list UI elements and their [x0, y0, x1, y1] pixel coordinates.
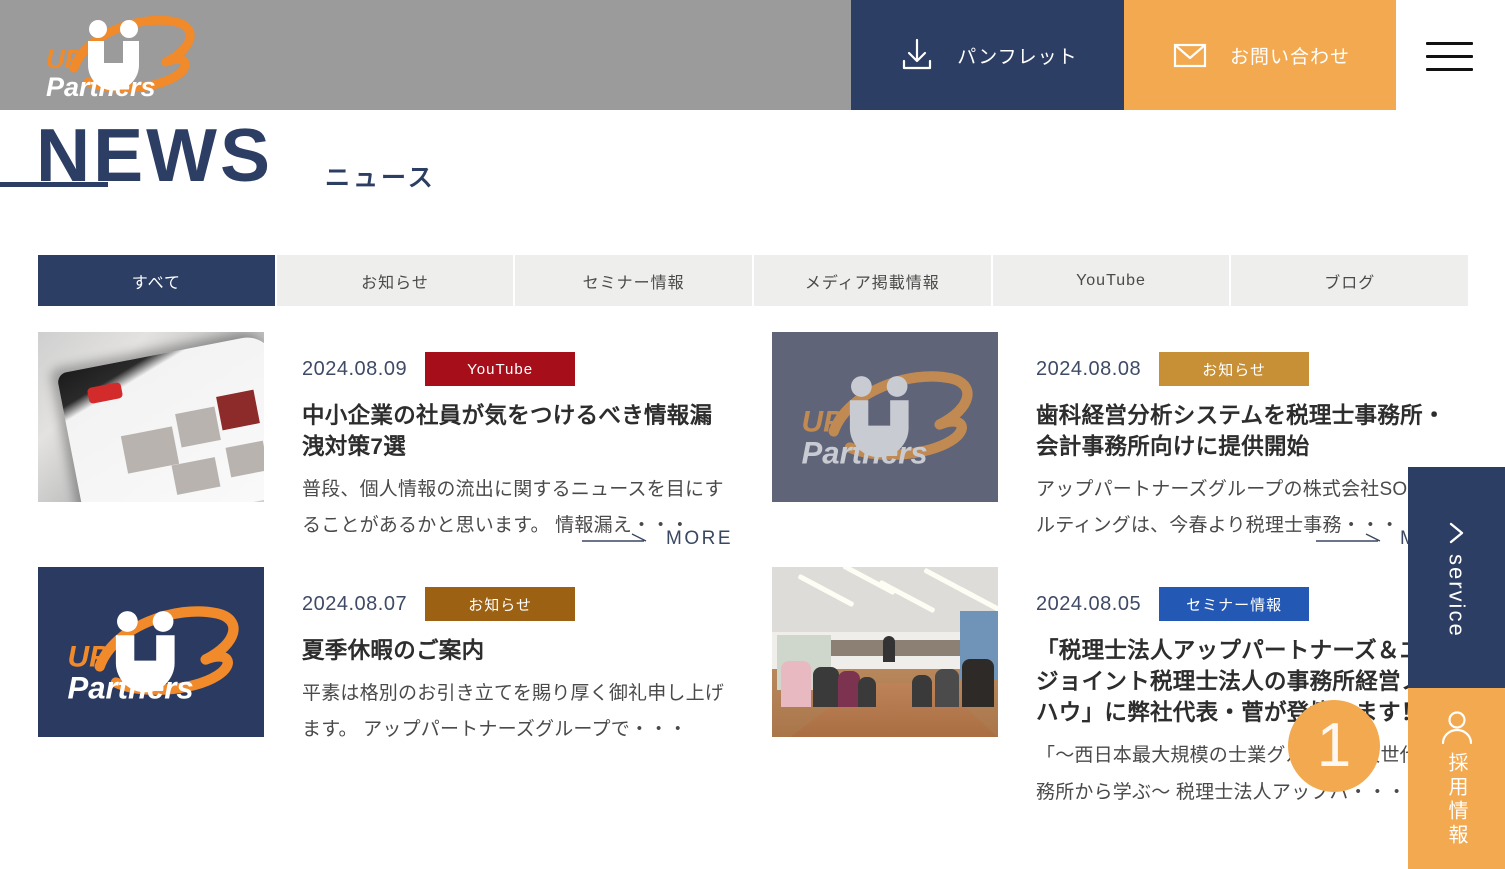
arrow-right-icon — [582, 533, 647, 542]
news-date: 2024.08.07 — [302, 592, 408, 615]
person-art — [812, 666, 839, 707]
tab-youtube[interactable]: YouTube — [992, 255, 1232, 306]
up-partners-logo-icon: UP Partners — [46, 15, 195, 102]
news-meta: 2024.08.07 お知らせ — [302, 587, 733, 622]
news-thumbnail: UP Partners — [772, 332, 998, 502]
news-card[interactable]: UP Partners 2024.08.08 お知らせ 歯科経営分析システムを税… — [772, 332, 1467, 549]
tab-seminar[interactable]: セミナー情報 — [515, 255, 755, 306]
page-indicator[interactable]: 1 — [1288, 700, 1380, 792]
svg-text:UP: UP — [68, 641, 110, 674]
news-category-badge: セミナー情報 — [1159, 587, 1310, 622]
side-recruit-label: 採用情報 — [1445, 751, 1467, 848]
news-thumbnail — [38, 332, 264, 502]
svg-text:UP: UP — [802, 405, 844, 438]
up-partners-logo-icon: UP Partners — [68, 606, 239, 706]
news-title[interactable]: 中小企業の社員が気をつけるべき情報漏洩対策7選 — [302, 400, 733, 462]
svg-text:Partners: Partners — [802, 436, 928, 471]
page-title-ja: ニュース — [325, 164, 436, 192]
news-card-body: 2024.08.05 セミナー情報 「税理士法人アップパートナーズ＆エイジョイン… — [1036, 567, 1467, 810]
page-title-en: NEWS — [36, 113, 273, 197]
news-row: UP Partners 2024.08.07 お知らせ 夏季休暇のご案内 平素は… — [38, 567, 1468, 810]
tab-all[interactable]: すべて — [38, 255, 277, 306]
news-date: 2024.08.05 — [1036, 592, 1142, 615]
tab-oshirase[interactable]: お知らせ — [276, 255, 516, 306]
news-meta: 2024.08.05 セミナー情報 — [1036, 587, 1467, 622]
news-title[interactable]: 歯科経営分析システムを税理士事務所・会計事務所向けに提供開始 — [1036, 400, 1467, 462]
person-art — [781, 660, 812, 707]
news-card[interactable]: UP Partners 2024.08.07 お知らせ 夏季休暇のご案内 平素は… — [38, 567, 733, 810]
news-grid: 2024.08.09 YouTube 中小企業の社員が気をつけるべき情報漏洩対策… — [38, 332, 1468, 834]
news-card-body: 2024.08.09 YouTube 中小企業の社員が気をつけるべき情報漏洩対策… — [302, 332, 733, 549]
side-service-label: service — [1444, 553, 1470, 638]
side-float-panel: service 採用情報 — [1408, 467, 1505, 869]
person-art — [961, 658, 994, 707]
news-meta: 2024.08.09 YouTube — [302, 352, 733, 386]
person-art — [857, 676, 876, 707]
news-excerpt: 「〜西日本最大規模の士業グループと次世代の事務所から学ぶ〜 税理士法人アップパ・… — [1036, 745, 1458, 803]
news-thumbnail: UP Partners — [38, 567, 264, 738]
download-icon — [903, 38, 932, 70]
page-indicator-number: 1 — [1316, 711, 1352, 780]
news-excerpt: 平素は格別のお引き立てを賜り厚く御礼申し上げます。 アップパートナーズグループで… — [302, 683, 725, 741]
news-row: 2024.08.09 YouTube 中小企業の社員が気をつけるべき情報漏洩対策… — [38, 332, 1468, 549]
news-card[interactable]: 2024.08.09 YouTube 中小企業の社員が気をつけるべき情報漏洩対策… — [38, 332, 733, 549]
site-header: UP Partners パンフレット お問い合わせ — [0, 0, 1505, 110]
site-logo[interactable]: UP Partners — [36, 8, 201, 103]
news-category-badge: YouTube — [425, 352, 576, 386]
page-root: UP Partners パンフレット お問い合わせ NEWS ニュース すべて … — [0, 0, 1505, 869]
news-date: 2024.08.08 — [1036, 357, 1142, 380]
svg-text:Partners: Partners — [46, 72, 156, 102]
news-date: 2024.08.09 — [302, 357, 408, 380]
arrow-right-icon — [1316, 533, 1381, 542]
svg-text:Partners: Partners — [68, 671, 194, 706]
tab-media[interactable]: メディア掲載情報 — [754, 255, 993, 306]
news-title[interactable]: 「税理士法人アップパートナーズ＆エイジョイント税理士法人の事務所経営ノウハウ」に… — [1036, 635, 1467, 728]
pamphlet-button-label: パンフレット — [957, 46, 1078, 68]
news-category-badge: お知らせ — [425, 587, 576, 622]
mail-icon — [1173, 43, 1207, 68]
side-service-button[interactable]: service — [1408, 467, 1505, 688]
news-title[interactable]: 夏季休暇のご案内 — [302, 635, 733, 666]
news-card-body: 2024.08.08 お知らせ 歯科経営分析システムを税理士事務所・会計事務所向… — [1036, 332, 1467, 549]
thumb-tile — [225, 440, 264, 478]
chevron-right-icon — [1449, 522, 1463, 543]
news-thumbnail — [772, 567, 998, 738]
news-card-body: 2024.08.07 お知らせ 夏季休暇のご案内 平素は格別のお引き立てを賜り厚… — [302, 567, 733, 810]
up-partners-logo-icon: UP Partners — [802, 371, 973, 471]
news-meta: 2024.08.08 お知らせ — [1036, 352, 1467, 386]
news-category-tabs: すべて お知らせ セミナー情報 メディア掲載情報 YouTube ブログ — [38, 255, 1469, 306]
more-link[interactable]: MORE — [582, 528, 733, 550]
side-recruit-button[interactable]: 採用情報 — [1408, 688, 1505, 869]
contact-button[interactable]: お問い合わせ — [1124, 0, 1396, 110]
pamphlet-button[interactable]: パンフレット — [851, 0, 1124, 110]
hamburger-bar — [1426, 55, 1473, 58]
contact-button-label: お問い合わせ — [1229, 46, 1350, 68]
tab-blog[interactable]: ブログ — [1231, 255, 1469, 306]
person-art — [934, 668, 959, 707]
person-art — [837, 670, 860, 707]
header-logo-zone: UP Partners — [0, 0, 851, 110]
news-category-badge: お知らせ — [1159, 352, 1310, 386]
presenter-art — [882, 636, 895, 663]
person-art — [912, 674, 933, 707]
hamburger-bar — [1426, 42, 1473, 45]
svg-text:UP: UP — [46, 44, 83, 74]
more-label: MORE — [666, 528, 733, 550]
hamburger-menu-icon[interactable] — [1426, 36, 1474, 74]
hamburger-bar — [1426, 68, 1473, 71]
person-icon — [1441, 710, 1472, 744]
